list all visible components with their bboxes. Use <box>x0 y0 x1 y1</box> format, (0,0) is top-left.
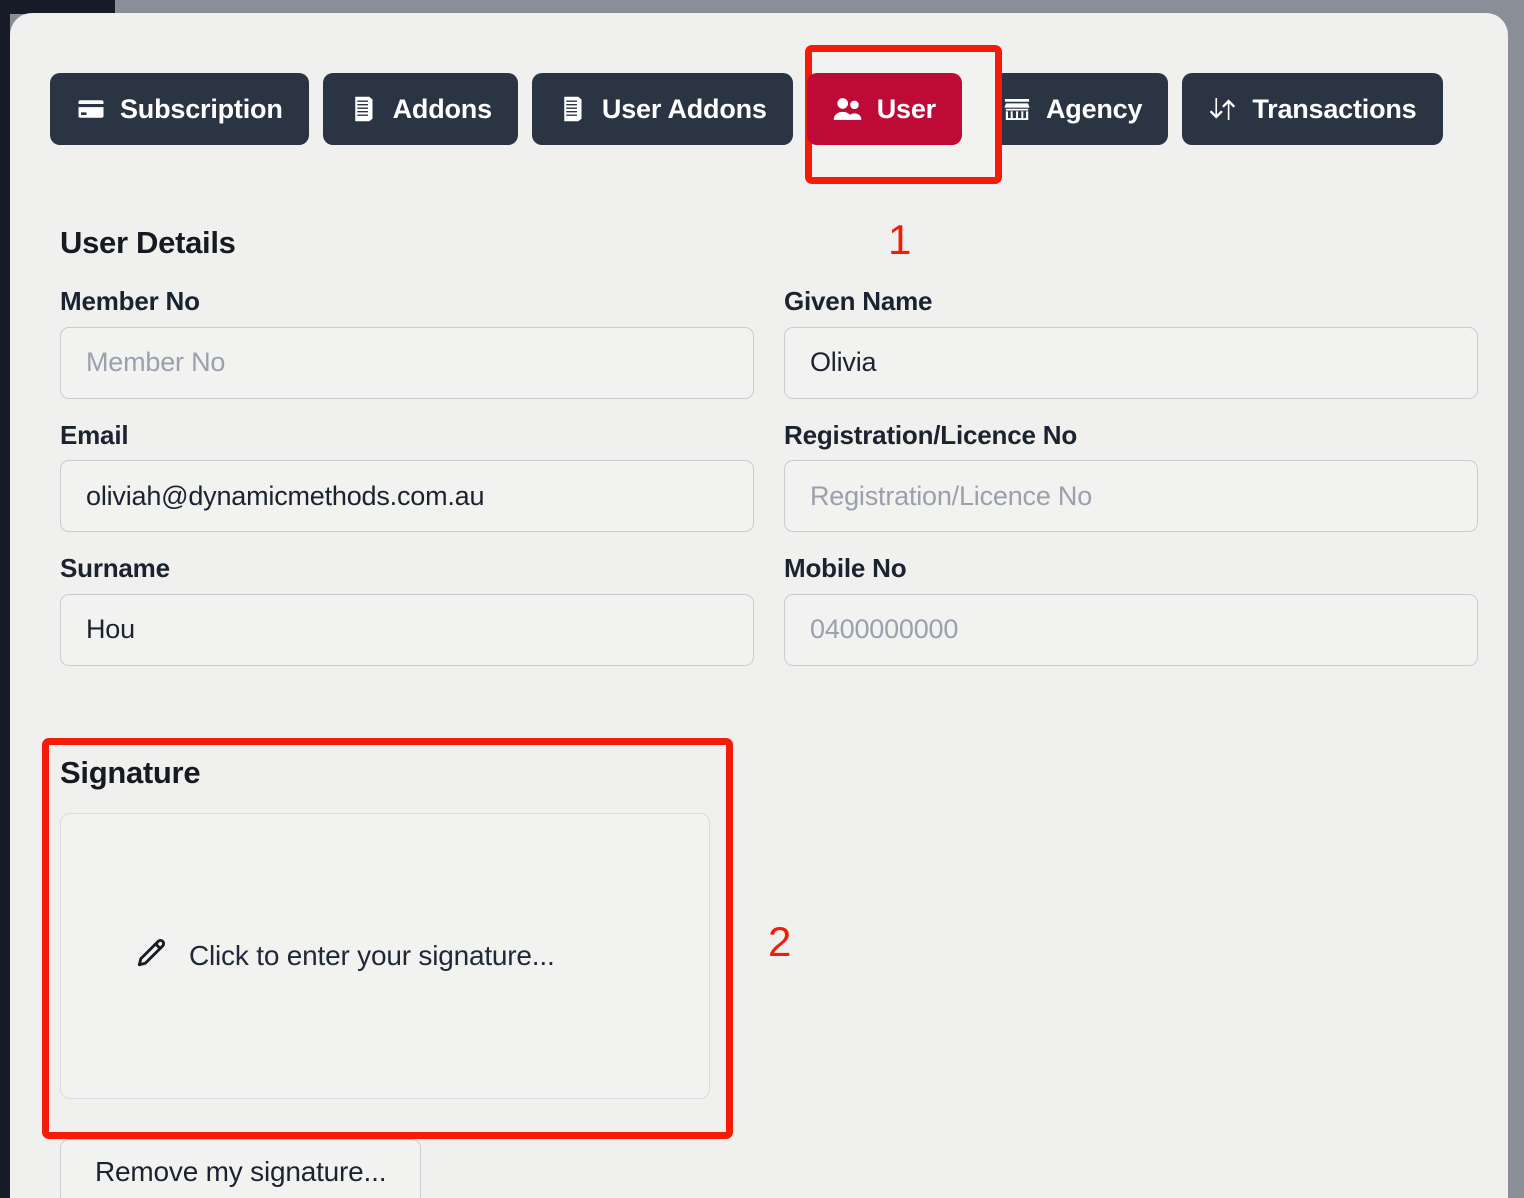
given-name-label: Given Name <box>784 286 933 316</box>
tab-user-addons-label: User Addons <box>601 93 767 124</box>
tab-addons-label: Addons <box>392 93 492 124</box>
tab-transactions-label: Transactions <box>1252 93 1417 124</box>
registration-licence-no-input[interactable] <box>784 460 1478 533</box>
form-row: Member No Given Name <box>60 287 1478 399</box>
tab-transactions[interactable]: Transactions <box>1182 73 1443 145</box>
tab-subscription-label: Subscription <box>120 93 283 124</box>
credit-card-icon <box>76 94 106 124</box>
tab-subscription[interactable]: Subscription <box>50 73 309 145</box>
email-label: Email <box>60 419 129 450</box>
email-input[interactable] <box>60 460 754 533</box>
annotation-number-1: 1 <box>888 216 912 263</box>
tab-agency[interactable]: Agency <box>975 73 1169 145</box>
app-window: Subscription Addons User Addons User Age… <box>0 0 1524 1198</box>
form-row: Email Registration/Licence No <box>60 419 1478 533</box>
signature-prompt: Click to enter your signature... <box>133 936 555 977</box>
tab-user[interactable]: User <box>806 73 962 145</box>
tab-agency-label: Agency <box>1045 93 1143 124</box>
member-no-label: Member No <box>60 286 200 316</box>
surname-input[interactable] <box>60 593 754 666</box>
tab-user-label: User <box>876 93 936 124</box>
users-icon <box>833 94 863 124</box>
signature-placeholder-text: Click to enter your signature... <box>189 940 555 971</box>
annotation-number-2: 2 <box>768 918 792 965</box>
tab-bar: Subscription Addons User Addons User Age… <box>50 73 1443 145</box>
form-field-mobile-no: Mobile No <box>784 554 1478 666</box>
signature-section: Signature Click to enter your signature.… <box>60 755 716 1099</box>
window-left-edge <box>0 0 10 1198</box>
mobile-no-label: Mobile No <box>784 553 907 584</box>
form-field-email: Email <box>60 419 754 533</box>
signature-pad[interactable]: Click to enter your signature... <box>60 813 710 1099</box>
given-name-input[interactable] <box>784 326 1478 399</box>
window-right-edge <box>1508 0 1524 1198</box>
arrows-up-down-icon <box>1208 94 1238 124</box>
member-no-input[interactable] <box>60 326 754 399</box>
modules-stack-icon <box>349 94 379 124</box>
tab-user-addons[interactable]: User Addons <box>531 73 793 145</box>
pencil-icon <box>133 936 169 977</box>
mobile-no-input[interactable] <box>784 593 1478 666</box>
signature-heading: Signature <box>60 755 201 790</box>
window-titlebar-dark-segment <box>0 0 115 14</box>
form-row: Surname Mobile No <box>60 554 1478 666</box>
user-details-form: Member No Given Name Email Registration/… <box>60 287 1478 688</box>
storefront-icon <box>1002 94 1032 124</box>
form-field-registration-licence-no: Registration/Licence No <box>784 419 1478 533</box>
remove-signature-button[interactable]: Remove my signature... <box>60 1139 422 1198</box>
page-title: User Details <box>60 225 236 260</box>
content-panel: Subscription Addons User Addons User Age… <box>10 13 1508 1198</box>
tab-addons[interactable]: Addons <box>322 73 518 145</box>
form-field-surname: Surname <box>60 554 754 666</box>
window-titlebar-gray-segment <box>115 0 1524 14</box>
surname-label: Surname <box>60 553 170 584</box>
modules-stack-icon <box>558 94 588 124</box>
form-field-member-no: Member No <box>60 287 754 399</box>
registration-licence-no-label: Registration/Licence No <box>784 419 1078 450</box>
form-field-given-name: Given Name <box>784 287 1478 399</box>
